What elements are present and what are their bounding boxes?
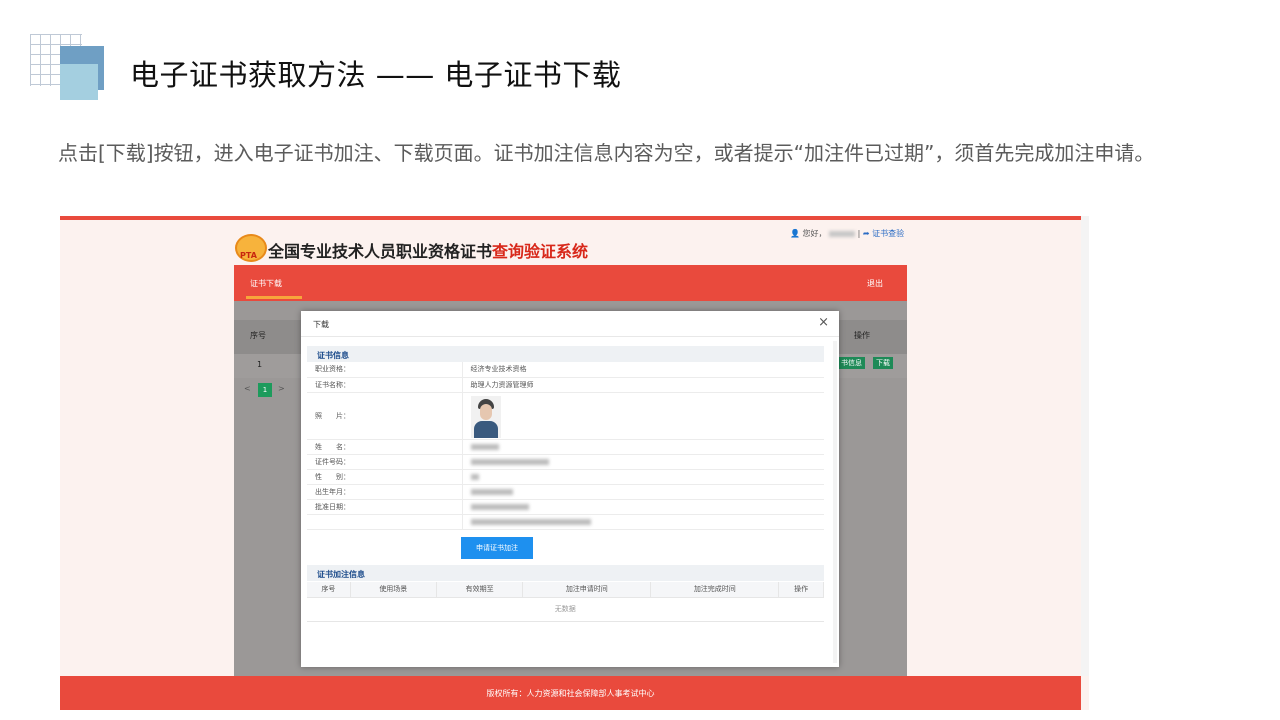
logout-link[interactable]: 退出	[867, 278, 883, 289]
empty-text: 无数据	[307, 597, 824, 622]
verify-link[interactable]: 证书查验	[872, 229, 904, 238]
field-row-gender: 性 别：	[307, 469, 824, 485]
download-button[interactable]: 下载	[873, 357, 893, 369]
separator: |	[857, 229, 861, 238]
bg-row-index: 1	[257, 360, 263, 369]
active-tab-indicator	[246, 296, 302, 299]
username-redacted	[829, 230, 856, 237]
redacted-value	[470, 443, 499, 450]
field-row-extra	[307, 514, 824, 530]
bg-header-action: 操作	[854, 331, 870, 340]
redacted-value	[470, 518, 591, 525]
download-modal: 下载 × 证书信息 职业资格： 经济专业技术资格 证书名称： 助理人力资源管理师 照…	[301, 311, 839, 667]
cert-info-button[interactable]: 书信息	[838, 357, 865, 369]
pager-next[interactable]: >	[278, 384, 285, 393]
modal-scrollbar[interactable]	[833, 341, 837, 663]
redacted-value	[470, 488, 513, 495]
slide-title: 电子证书获取方法 —— 电子证书下载	[130, 58, 622, 92]
field-row-name: 姓 名：	[307, 439, 824, 455]
redacted-value	[470, 458, 549, 465]
field-row-approval-date: 批准日期：	[307, 499, 824, 515]
screenshot-frame: PTA 全国专业技术人员职业资格证书查询验证系统 👤 您好， | ➦ 证书查验 …	[60, 216, 1089, 710]
site-navbar: 证书下载 退出	[234, 265, 907, 301]
user-bar: 👤 您好， | ➦ 证书查验	[790, 228, 904, 239]
addendum-table: 序号 使用场景 有效期至 加注申请时间 加注完成时间 操作 无数据	[307, 582, 824, 622]
footer-copyright: 版权所有：人力资源和社会保障部人事考试中心	[486, 689, 655, 698]
field-row-id-number: 证件号码：	[307, 454, 824, 470]
field-row-birth: 出生年月：	[307, 484, 824, 500]
addendum-heading: 证书加注信息	[317, 570, 365, 579]
cert-info-table: 职业资格： 经济专业技术资格 证书名称： 助理人力资源管理师 照 片： 姓 名： 证…	[307, 362, 824, 530]
pta-logo-icon: PTA	[235, 234, 267, 262]
title-decoration	[30, 34, 106, 100]
close-icon[interactable]: ×	[818, 316, 829, 329]
field-row-cert-name: 证书名称： 助理人力资源管理师	[307, 377, 824, 393]
system-title-highlight: 查询验证系统	[492, 242, 589, 261]
id-photo	[470, 395, 501, 438]
redacted-value	[470, 503, 529, 510]
field-row-qualification: 职业资格： 经济专业技术资格	[307, 362, 824, 378]
bg-header-index: 序号	[250, 331, 266, 340]
user-icon: 👤	[790, 229, 800, 238]
tab-certificate-download[interactable]: 证书下载	[250, 278, 282, 289]
pager-prev[interactable]: <	[244, 384, 251, 393]
addendum-header-row: 序号 使用场景 有效期至 加注申请时间 加注完成时间 操作	[307, 582, 824, 598]
slide-description: 点击[下载]按钮，进入电子证书加注、下载页面。证书加注信息内容为空，或者提示“加…	[58, 141, 1155, 165]
modal-header: 下载 ×	[301, 311, 839, 337]
cert-info-section-header: 证书信息	[307, 346, 824, 362]
apply-addendum-button[interactable]: 申请证书加注	[461, 537, 533, 559]
system-title: 全国专业技术人员职业资格证书查询验证系统	[268, 238, 588, 262]
cert-info-heading: 证书信息	[317, 351, 349, 360]
addendum-empty-row: 无数据	[307, 597, 824, 622]
system-title-main: 全国专业技术人员职业资格证书	[268, 242, 493, 261]
site-footer: 版权所有：人力资源和社会保障部人事考试中心	[60, 676, 1081, 710]
redacted-value	[470, 473, 479, 480]
field-row-photo: 照 片：	[307, 392, 824, 440]
greeting-text: 您好，	[802, 229, 827, 238]
addendum-section-header: 证书加注信息	[307, 565, 824, 581]
share-icon: ➦	[862, 229, 870, 238]
pager-current[interactable]: 1	[258, 383, 272, 397]
slide: 电子证书获取方法 —— 电子证书下载 点击[下载]按钮，进入电子证书加注、下载页…	[0, 0, 1280, 720]
modal-title: 下载	[313, 320, 329, 329]
